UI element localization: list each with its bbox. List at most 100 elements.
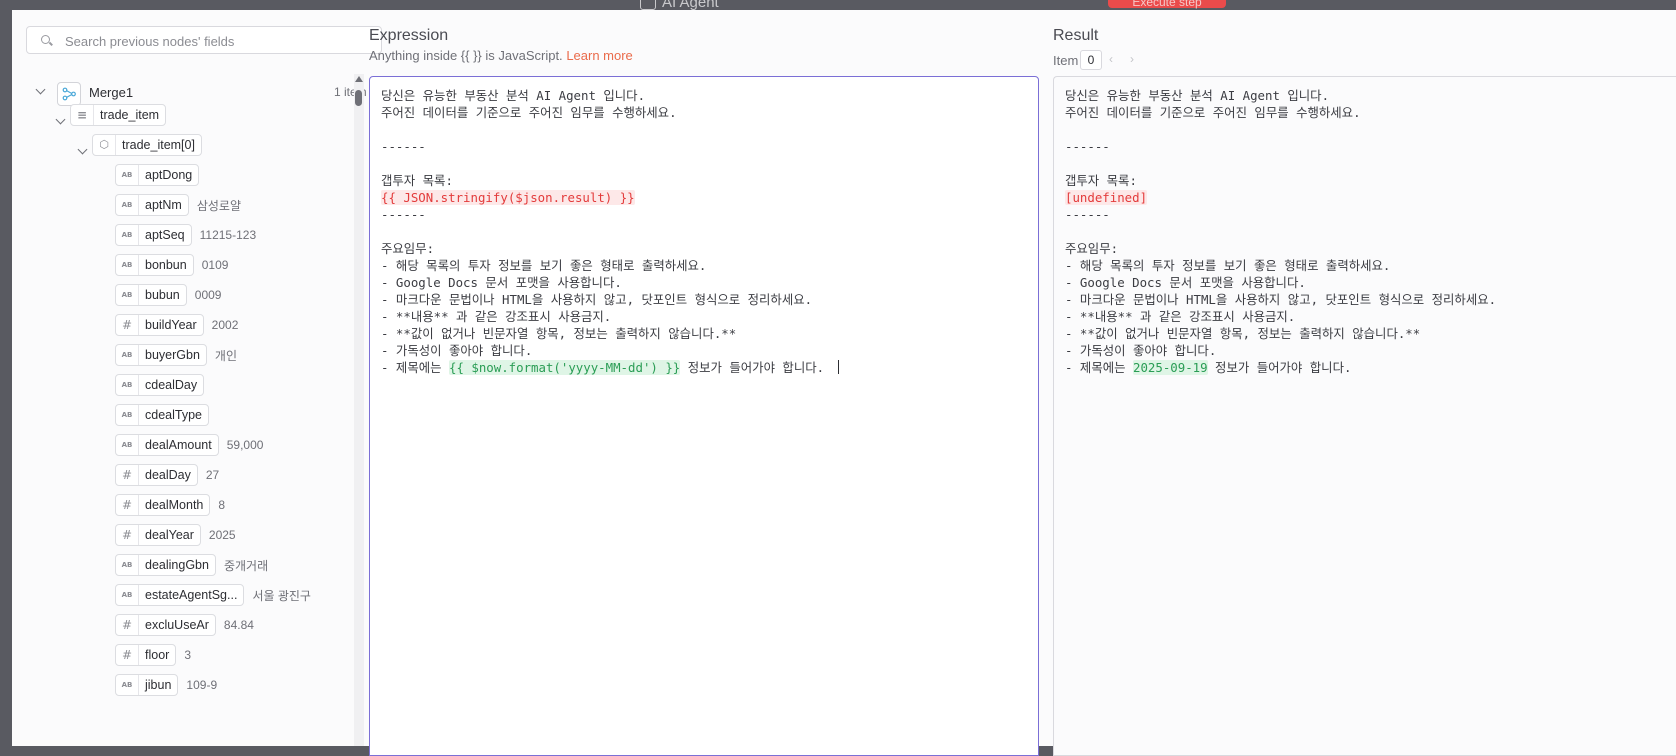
- number-type-icon: #: [116, 615, 139, 635]
- code-text: ------: [1065, 207, 1110, 222]
- code-text: 정보가 들어가야 합니다.: [1207, 360, 1352, 375]
- expression-token: 2025-09-19: [1132, 360, 1208, 375]
- field-pill[interactable]: # dealDay: [115, 464, 198, 486]
- field-row[interactable]: AB dealAmount 59,000: [115, 433, 263, 457]
- field-pill[interactable]: # floor: [115, 644, 177, 666]
- field-row[interactable]: AB cdealDay: [115, 373, 212, 397]
- field-pill[interactable]: # dealYear: [115, 524, 201, 546]
- field-pill[interactable]: ≡ trade_item: [70, 104, 167, 126]
- field-pill[interactable]: AB estateAgentSg...: [115, 584, 245, 606]
- field-row[interactable]: AB cdealType: [115, 403, 217, 427]
- chevron-down-icon[interactable]: [35, 84, 46, 95]
- number-type-icon: #: [116, 465, 139, 485]
- code-line: 주요임무:: [381, 240, 839, 257]
- field-name: dealAmount: [145, 438, 212, 452]
- field-pill[interactable]: AB dealingGbn: [115, 554, 216, 576]
- expression-editor[interactable]: 당신은 유능한 부동산 분석 AI Agent 입니다. 주어진 데이터를 기준으…: [369, 76, 1039, 756]
- search-input[interactable]: [63, 31, 377, 51]
- field-row[interactable]: AB aptNm 삼성로얄: [115, 193, 241, 217]
- field-row[interactable]: # buildYear 2002: [115, 313, 238, 337]
- field-pill[interactable]: AB bonbun: [115, 254, 194, 276]
- field-pill[interactable]: AB buyerGbn: [115, 344, 207, 366]
- tree-object-row[interactable]: ⬡ trade_item[0]: [92, 133, 202, 157]
- field-value: 개인: [214, 348, 237, 363]
- chevron-right-icon[interactable]: ›: [1130, 52, 1134, 66]
- chevron-down-icon[interactable]: [55, 114, 66, 125]
- field-row[interactable]: AB estateAgentSg... 서울 광진구: [115, 583, 311, 607]
- field-row[interactable]: # dealYear 2025: [115, 523, 236, 547]
- code-text: 주요임무:: [381, 241, 435, 256]
- field-pill[interactable]: AB aptNm: [115, 194, 189, 216]
- field-pill[interactable]: AB dealAmount: [115, 434, 219, 456]
- code-line: ------: [1065, 206, 1496, 223]
- code-text: - **값이 없거나 빈문자열 항목, 정보는 출력하지 않습니다.**: [381, 326, 737, 341]
- field-name: buyerGbn: [145, 348, 200, 362]
- number-type-icon: #: [116, 495, 139, 515]
- field-row[interactable]: AB bonbun 0109: [115, 253, 228, 277]
- field-value: 0109: [201, 258, 229, 272]
- field-pill[interactable]: # dealMonth: [115, 494, 211, 516]
- code-text: ------: [381, 139, 426, 154]
- code-text: 주어진 데이터를 기준으로 주어진 임무를 수행하세요.: [1065, 105, 1361, 120]
- string-type-icon: AB: [116, 405, 139, 425]
- field-pill[interactable]: AB cdealType: [115, 404, 209, 426]
- field-row[interactable]: AB aptSeq 11215-123: [115, 223, 256, 247]
- field-row[interactable]: AB bubun 0009: [115, 283, 221, 307]
- field-pill[interactable]: AB bubun: [115, 284, 187, 306]
- string-type-icon: AB: [116, 555, 139, 575]
- result-code: 당신은 유능한 부동산 분석 AI Agent 입니다. 주어진 데이터를 기준으…: [1065, 87, 1496, 376]
- field-row[interactable]: AB aptDong: [115, 163, 207, 187]
- code-text: - 가독성이 좋아야 합니다.: [1065, 343, 1217, 358]
- tree-array-row[interactable]: ≡ trade_item: [70, 103, 167, 127]
- string-type-icon: AB: [116, 195, 139, 215]
- list-icon: ≡: [71, 105, 94, 125]
- field-pill[interactable]: AB aptSeq: [115, 224, 192, 246]
- code-line: - **값이 없거나 빈문자열 항목, 정보는 출력하지 않습니다.**: [1065, 325, 1496, 342]
- code-text: 주어진 데이터를 기준으로 주어진 임무를 수행하세요.: [381, 105, 677, 120]
- node-label[interactable]: Merge1: [89, 85, 133, 100]
- expression-code[interactable]: 당신은 유능한 부동산 분석 AI Agent 입니다. 주어진 데이터를 기준으…: [381, 87, 839, 376]
- field-value: 27: [205, 468, 220, 482]
- string-type-icon: AB: [116, 585, 139, 605]
- execute-step-button[interactable]: Execute step: [1108, 0, 1226, 9]
- code-text: 당신은 유능한 부동산 분석 AI Agent 입니다.: [1065, 88, 1330, 103]
- code-text: - Google Docs 문서 포맷을 사용합니다.: [1065, 275, 1306, 290]
- code-text: - 제목에는: [381, 360, 449, 375]
- search-icon: [41, 35, 50, 44]
- code-text: ------: [1065, 139, 1110, 154]
- field-row[interactable]: AB buyerGbn 개인: [115, 343, 237, 367]
- chevron-left-icon[interactable]: ‹: [1109, 52, 1113, 66]
- field-row[interactable]: AB dealingGbn 중개거래: [115, 553, 268, 577]
- search-box[interactable]: [26, 26, 382, 54]
- chevron-down-icon[interactable]: [77, 144, 88, 155]
- number-type-icon: #: [116, 525, 139, 545]
- field-row[interactable]: # floor 3: [115, 643, 191, 667]
- field-row[interactable]: AB jibun 109-9: [115, 673, 217, 697]
- scroll-up-icon[interactable]: [355, 76, 363, 82]
- field-row[interactable]: # excluUseAr 84.84: [115, 613, 254, 637]
- field-pill[interactable]: AB cdealDay: [115, 374, 205, 396]
- field-row[interactable]: # dealMonth 8: [115, 493, 225, 517]
- field-pill[interactable]: AB jibun: [115, 674, 179, 696]
- scrollbar-thumb[interactable]: [355, 90, 362, 106]
- robot-icon: [640, 0, 656, 10]
- learn-more-link[interactable]: Learn more: [566, 48, 632, 63]
- code-line: - Google Docs 문서 포맷을 사용합니다.: [381, 274, 839, 291]
- code-line: - 제목에는 2025-09-19 정보가 들어가야 합니다.: [1065, 359, 1496, 376]
- code-line: - 가독성이 좋아야 합니다.: [381, 342, 839, 359]
- field-name: dealingGbn: [145, 558, 209, 572]
- result-preview: 당신은 유능한 부동산 분석 AI Agent 입니다. 주어진 데이터를 기준으…: [1053, 76, 1676, 756]
- field-pill[interactable]: # buildYear: [115, 314, 204, 336]
- expression-token: {{ JSON.stringify($json.result) }}: [381, 190, 635, 205]
- field-row[interactable]: # dealDay 27: [115, 463, 219, 487]
- field-pill[interactable]: # excluUseAr: [115, 614, 216, 636]
- field-name: dealDay: [145, 468, 191, 482]
- field-name: jibun: [145, 678, 172, 692]
- expression-subtitle: Anything inside {{ }} is JavaScript. Lea…: [369, 48, 633, 63]
- field-pill[interactable]: AB aptDong: [115, 164, 200, 186]
- item-index-input[interactable]: 0: [1080, 50, 1102, 70]
- scrollbar[interactable]: [354, 74, 364, 746]
- field-pill[interactable]: ⬡ trade_item[0]: [92, 134, 202, 156]
- code-text: - 해당 목록의 투자 정보를 보기 좋은 형태로 출력하세요.: [1065, 258, 1391, 273]
- string-type-icon: AB: [116, 675, 139, 695]
